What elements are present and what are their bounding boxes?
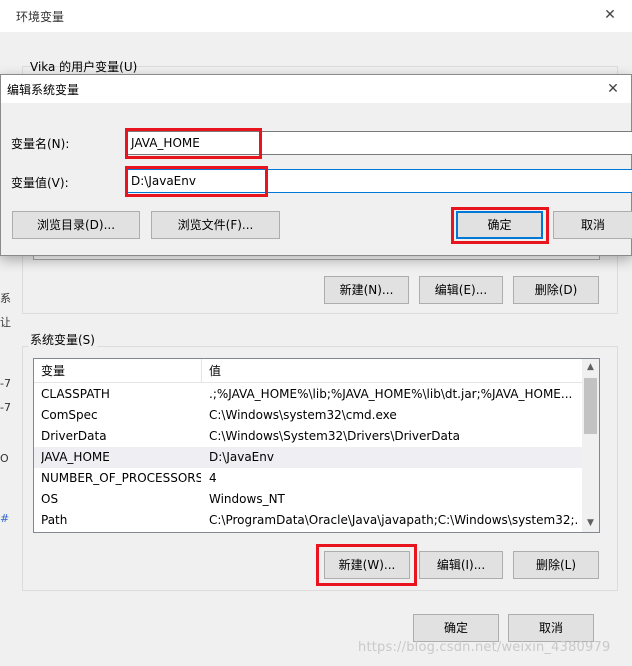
- row-value: Windows_NT: [209, 492, 285, 506]
- dialog-cancel-button[interactable]: 取消: [553, 211, 632, 239]
- edge-text: 让: [0, 316, 11, 329]
- row-value: C:\Windows\System32\Drivers\DriverData: [209, 429, 460, 443]
- row-value: D:\JavaEnv: [209, 450, 274, 464]
- system-delete-button[interactable]: 删除(L): [513, 551, 599, 579]
- row-variable: CLASSPATH: [41, 387, 110, 401]
- row-variable: ComSpec: [41, 408, 98, 422]
- table-row[interactable]: DriverData C:\Windows\System32\Drivers\D…: [34, 426, 582, 447]
- user-variables-label: Vika 的用户变量(U): [30, 60, 138, 74]
- row-variable: NUMBER_OF_PROCESSORS: [41, 471, 201, 485]
- row-variable: JAVA_HOME: [41, 450, 110, 464]
- table-row-selected[interactable]: JAVA_HOME D:\JavaEnv: [34, 447, 582, 468]
- edge-text: -7: [0, 401, 11, 414]
- row-variable: DriverData: [41, 429, 107, 443]
- highlight-box: [125, 166, 268, 197]
- row-value: .;%JAVA_HOME%\lib;%JAVA_HOME%\lib\dt.jar…: [209, 387, 573, 401]
- close-icon[interactable]: ✕: [603, 79, 623, 99]
- vertical-scrollbar[interactable]: ▲ ▼: [582, 359, 599, 532]
- env-cancel-button[interactable]: 取消: [508, 614, 594, 642]
- table-row[interactable]: ComSpec C:\Windows\system32\cmd.exe: [34, 405, 582, 426]
- table-row[interactable]: NUMBER_OF_PROCESSORS 4: [34, 468, 582, 489]
- watermark: https://blog.csdn.net/weixin_4380979: [358, 640, 611, 655]
- close-icon[interactable]: ✕: [600, 5, 620, 25]
- row-variable: Path: [41, 513, 68, 527]
- row-value: 4: [209, 471, 217, 485]
- table-header: 变量 值: [34, 359, 582, 383]
- env-titlebar: 环境变量 ✕: [0, 0, 632, 32]
- row-value: C:\ProgramData\Oracle\Java\javapath;C:\W…: [209, 513, 579, 527]
- browse-directory-button[interactable]: 浏览目录(D)...: [12, 211, 140, 239]
- edge-text: #: [0, 512, 10, 525]
- column-header-value[interactable]: 值: [202, 359, 582, 383]
- system-variables-label: 系统变量(S): [28, 331, 97, 348]
- table-row[interactable]: OS Windows_NT: [34, 489, 582, 510]
- table-row[interactable]: Path C:\ProgramData\Oracle\Java\javapath…: [34, 510, 582, 531]
- scroll-thumb[interactable]: [584, 378, 597, 434]
- row-variable: OS: [41, 492, 59, 506]
- user-delete-button[interactable]: 删除(D): [513, 276, 599, 304]
- row-value: C:\Windows\system32\cmd.exe: [209, 408, 397, 422]
- edit-system-variable-dialog: 编辑系统变量 ✕ 变量名(N): JAVA_HOME 变量值(V): D:\Ja…: [0, 74, 632, 256]
- variable-value-label: 变量值(V):: [11, 176, 69, 190]
- highlight-box: [451, 207, 549, 244]
- browse-file-button[interactable]: 浏览文件(F)...: [151, 211, 280, 239]
- user-edit-button[interactable]: 编辑(E)...: [419, 276, 503, 304]
- env-ok-button[interactable]: 确定: [413, 614, 499, 642]
- edge-text: 系: [0, 292, 11, 305]
- system-edit-button[interactable]: 编辑(I)...: [419, 551, 503, 579]
- highlight-box: [125, 128, 262, 159]
- table-row[interactable]: CLASSPATH .;%JAVA_HOME%\lib;%JAVA_HOME%\…: [34, 384, 582, 405]
- scroll-down-arrow-icon[interactable]: ▼: [582, 515, 599, 532]
- highlight-box: [316, 544, 417, 586]
- variable-name-label: 变量名(N):: [11, 137, 70, 151]
- dialog-titlebar: 编辑系统变量 ✕: [1, 75, 631, 103]
- scroll-up-arrow-icon[interactable]: ▲: [582, 359, 599, 376]
- system-variables-table[interactable]: 变量 值 CLASSPATH .;%JAVA_HOME%\lib;%JAVA_H…: [33, 358, 600, 533]
- edge-text: O: [0, 452, 9, 465]
- user-new-button[interactable]: 新建(N)...: [324, 276, 409, 304]
- env-window-title: 环境变量: [16, 10, 65, 24]
- edge-text: -7: [0, 377, 11, 390]
- dialog-title: 编辑系统变量: [7, 83, 80, 97]
- column-header-variable[interactable]: 变量: [34, 359, 202, 383]
